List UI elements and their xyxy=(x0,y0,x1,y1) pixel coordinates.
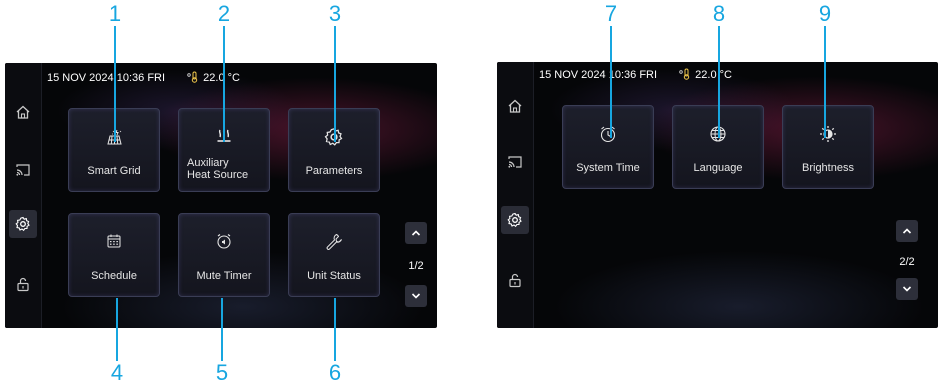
callout-number: 3 xyxy=(328,1,342,26)
page-down-button[interactable] xyxy=(896,278,918,300)
page-up-button[interactable] xyxy=(896,220,918,242)
sidebar xyxy=(5,63,42,328)
screen-page-1: 15 NOV 2024 10:36 FRI 22.0 °C Smart Grid… xyxy=(5,63,437,328)
callout-number: 6 xyxy=(328,360,342,385)
tile-label: Schedule xyxy=(91,270,137,282)
tile-label: Parameters xyxy=(305,165,363,177)
callout-number: 7 xyxy=(604,1,618,26)
callout-line xyxy=(334,298,336,361)
system-time-tile[interactable]: System Time xyxy=(562,105,654,189)
tile-label: Language xyxy=(693,162,743,174)
chevron-down-icon xyxy=(902,286,912,292)
unit-status-tile[interactable]: Unit Status xyxy=(288,213,380,297)
status-temperature: 22.0 °C xyxy=(203,72,240,84)
callout-number: 4 xyxy=(110,360,124,385)
home-icon[interactable] xyxy=(9,98,37,126)
sidebar xyxy=(497,62,534,328)
page-indicator: 1/2 xyxy=(408,260,424,272)
callout-number: 2 xyxy=(217,1,231,26)
tile-label: Auxiliary Heat Source xyxy=(187,157,249,181)
chevron-up-icon xyxy=(902,228,912,234)
status-date: 15 NOV 2024 xyxy=(539,69,606,81)
callout-line xyxy=(221,298,223,361)
tile-label: System Time xyxy=(576,162,640,174)
tile-label: Smart Grid xyxy=(87,165,141,177)
tile-label: Brightness xyxy=(802,162,854,174)
home-icon[interactable] xyxy=(501,92,529,120)
cast-icon[interactable] xyxy=(501,148,529,176)
calendar-icon xyxy=(69,232,159,250)
tile-label: Unit Status xyxy=(307,270,361,282)
wrench-icon xyxy=(289,232,379,252)
clock-icon xyxy=(563,124,653,144)
status-time: 10:36 xyxy=(116,72,145,84)
callout-line xyxy=(334,26,336,142)
status-bar: 15 NOV 2024 10:36 FRI 22.0 °C xyxy=(539,68,732,81)
unlock-icon[interactable] xyxy=(9,270,37,298)
status-time: 10:36 xyxy=(608,69,637,81)
page-down-button[interactable] xyxy=(405,285,427,307)
schedule-tile[interactable]: Schedule xyxy=(68,213,160,297)
mute-alarm-icon xyxy=(179,232,269,250)
page-indicator: 2/2 xyxy=(899,256,915,268)
callout-number: 5 xyxy=(215,360,229,385)
status-temperature: 22.0 °C xyxy=(695,69,732,81)
callout-line xyxy=(223,26,225,142)
callout-number: 9 xyxy=(818,1,832,26)
status-day: FRI xyxy=(639,69,658,81)
callout-line xyxy=(718,26,720,138)
status-bar: 15 NOV 2024 10:36 FRI 22.0 °C xyxy=(47,71,240,84)
tile-label: Mute Timer xyxy=(196,270,252,282)
unlock-icon[interactable] xyxy=(501,266,529,294)
callout-number: 8 xyxy=(712,1,726,26)
callout-line xyxy=(116,298,118,361)
thermometer-icon xyxy=(678,68,695,81)
page-up-button[interactable] xyxy=(405,222,427,244)
thermometer-icon xyxy=(186,71,203,84)
callout-line xyxy=(114,26,116,142)
settings-icon[interactable] xyxy=(9,210,37,238)
settings-icon[interactable] xyxy=(501,206,529,234)
mute-timer-tile[interactable]: Mute Timer xyxy=(178,213,270,297)
chevron-down-icon xyxy=(411,293,421,299)
callout-line xyxy=(610,26,612,138)
callout-number: 1 xyxy=(108,1,122,26)
callout-line xyxy=(824,26,826,138)
brightness-tile[interactable]: Brightness xyxy=(782,105,874,189)
status-day: FRI xyxy=(147,72,166,84)
brightness-icon xyxy=(783,124,873,144)
cast-icon[interactable] xyxy=(9,156,37,184)
status-date: 15 NOV 2024 xyxy=(47,72,114,84)
chevron-up-icon xyxy=(411,230,421,236)
